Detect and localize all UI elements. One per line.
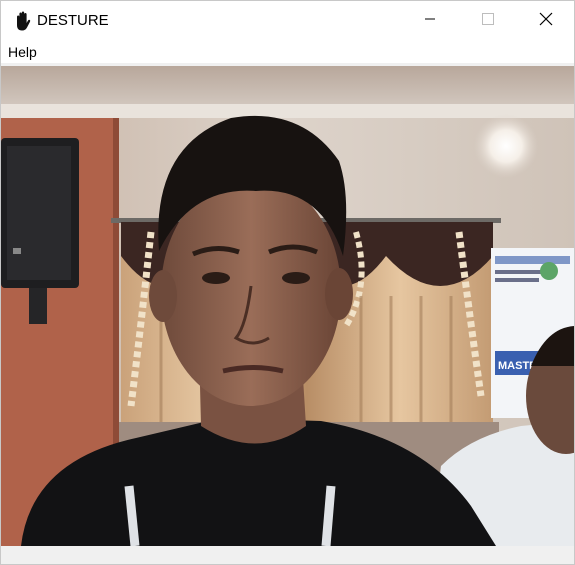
maximize-button[interactable]: [459, 1, 517, 41]
menu-bar: Help: [1, 41, 574, 63]
close-icon: [539, 12, 553, 31]
minimize-button[interactable]: [401, 1, 459, 41]
camera-feed: MASTE: [1, 66, 574, 546]
title-bar[interactable]: DESTURE: [1, 1, 574, 41]
menu-item-help[interactable]: Help: [8, 44, 37, 60]
window-title: DESTURE: [37, 12, 109, 29]
maximize-icon: [482, 12, 494, 30]
hand-icon: [11, 10, 33, 32]
close-button[interactable]: [517, 1, 575, 41]
minimize-icon: [424, 12, 436, 30]
status-bar: [1, 546, 574, 564]
app-window: DESTURE Help MASTE: [0, 0, 575, 565]
